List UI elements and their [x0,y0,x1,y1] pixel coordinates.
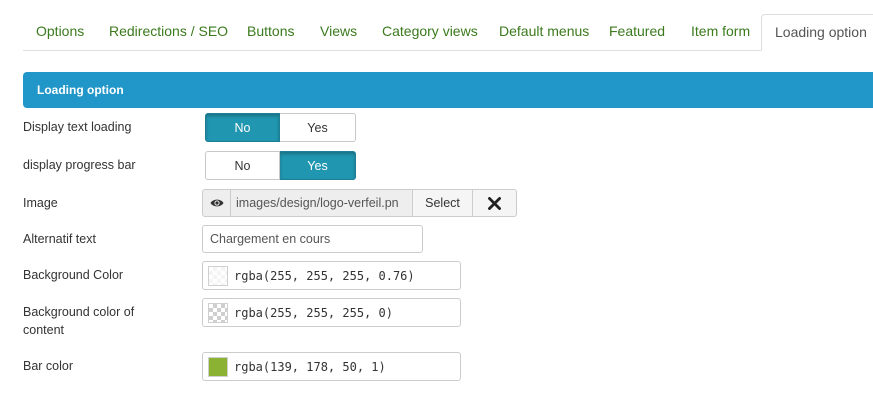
bar-color-input[interactable]: rgba(139, 178, 50, 1) [202,352,461,381]
display-text-loading-yes-button[interactable]: Yes [280,113,356,142]
clear-image-button[interactable] [473,189,517,217]
image-field: images/design/logo-verfeil.pn Select [202,189,517,217]
tab-item-form[interactable]: Item form [678,14,763,50]
background-color-label: Background Color [23,268,124,282]
display-text-loading-label: Display text loading [23,120,132,134]
bar-color-value: rgba(139, 178, 50, 1) [234,359,386,374]
image-path-input[interactable]: images/design/logo-verfeil.pn [231,189,413,217]
tab-default-menus[interactable]: Default menus [486,14,602,50]
close-icon [488,196,501,210]
alternatif-text-label: Alternatif text [23,232,96,246]
background-color-content-label-line1: Background color of [23,305,135,319]
section-header: Loading option [23,72,873,108]
tab-views[interactable]: Views [307,14,370,50]
tab-bar: Options Redirections / SEO Buttons Views… [23,14,873,51]
background-color-content-label-line2: content [23,323,65,337]
alternatif-text-input[interactable] [202,225,423,253]
eye-icon[interactable] [202,189,231,217]
display-progress-bar-no-button[interactable]: No [205,151,280,180]
tab-category-views[interactable]: Category views [369,14,491,50]
display-progress-bar-toggle: No Yes [205,151,356,180]
display-progress-bar-yes-button[interactable]: Yes [280,151,356,180]
background-color-swatch[interactable] [208,265,228,286]
background-color-content-value: rgba(255, 255, 255, 0) [234,305,393,320]
tab-options[interactable]: Options [23,14,97,50]
eye-icon-glyph [210,199,223,207]
bar-color-swatch[interactable] [208,356,228,377]
select-button[interactable]: Select [413,189,473,217]
background-color-value: rgba(255, 255, 255, 0.76) [234,268,415,283]
background-color-content-swatch[interactable] [208,302,228,323]
background-color-content-label: Background color of content [23,303,134,339]
tab-redirections-seo[interactable]: Redirections / SEO [96,14,241,50]
display-text-loading-no-button[interactable]: No [205,113,280,142]
tab-buttons[interactable]: Buttons [234,14,307,50]
display-progress-bar-label: display progress bar [23,158,136,172]
tab-featured[interactable]: Featured [596,14,678,50]
image-label: Image [23,196,58,210]
background-color-input[interactable]: rgba(255, 255, 255, 0.76) [202,261,461,290]
tab-loading-option[interactable]: Loading option [761,14,873,51]
bar-color-label: Bar color [23,359,74,373]
background-color-content-input[interactable]: rgba(255, 255, 255, 0) [202,298,461,327]
display-text-loading-toggle: No Yes [205,113,356,142]
